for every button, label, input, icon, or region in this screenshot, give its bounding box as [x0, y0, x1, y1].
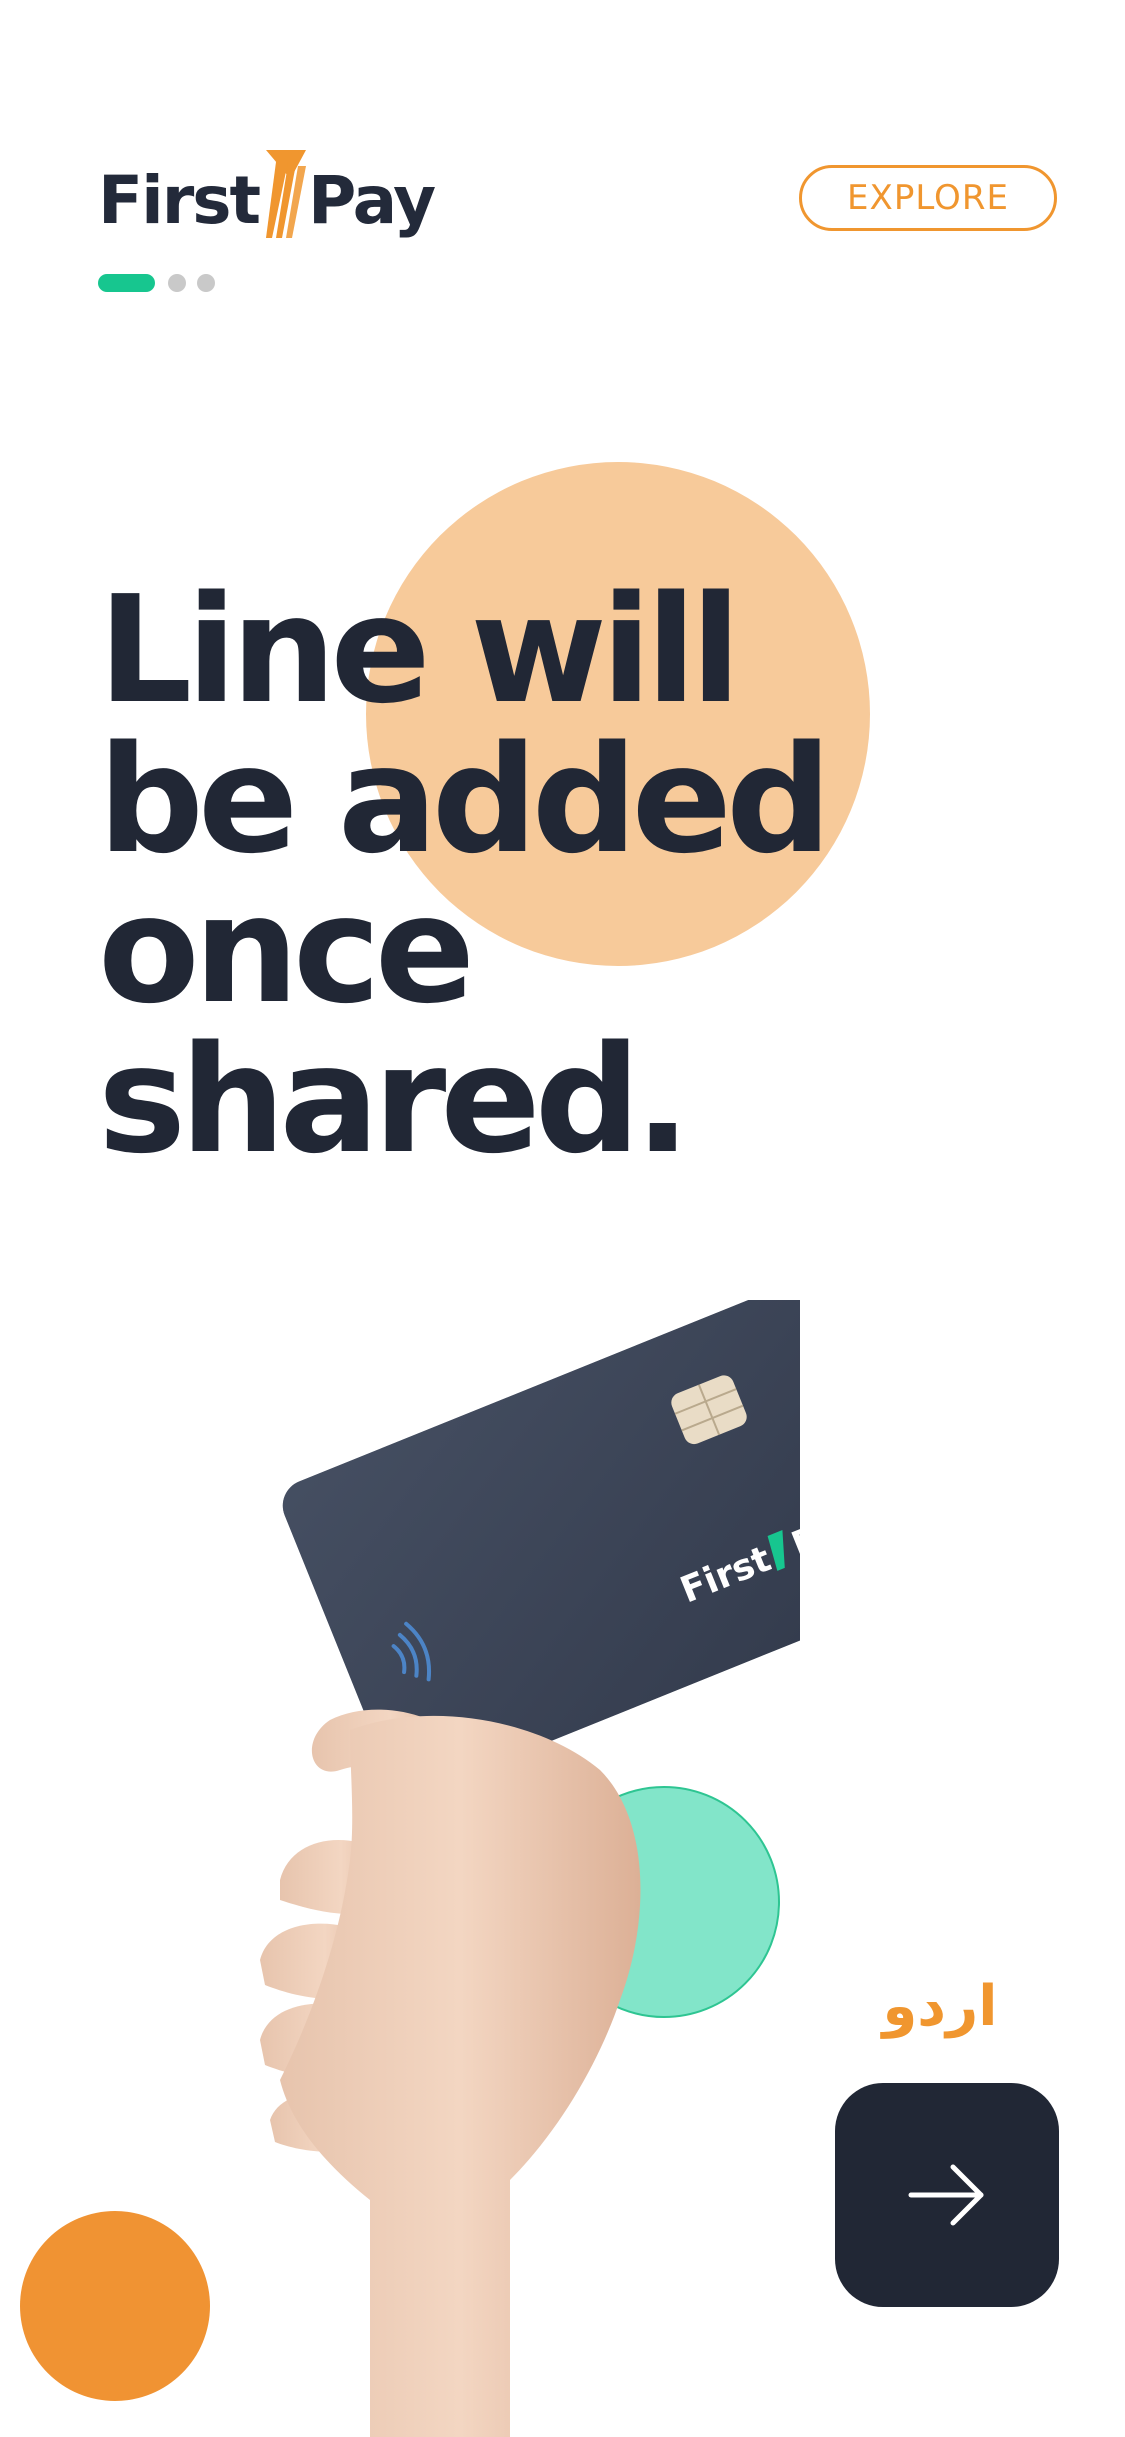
headline-line: be added [98, 714, 832, 886]
headline-line: Line will [98, 564, 741, 736]
arrow-right-icon [908, 2164, 984, 2226]
hero-headline: Line will be added once shared. [98, 575, 1058, 1175]
headline-line: once [98, 864, 475, 1036]
pagination-dot [197, 274, 215, 292]
hand [260, 1709, 641, 2437]
logo-text-pay: Pay [308, 162, 436, 239]
firstpay-logo: First Pay [98, 140, 438, 250]
hand-holding-card-illustration: First Pay [260, 1300, 800, 2437]
logo-text-first: First [98, 162, 261, 239]
pagination-dot-active [98, 274, 155, 292]
explore-button[interactable]: EXPLORE [799, 165, 1057, 231]
next-button[interactable] [835, 2083, 1059, 2307]
headline-line: shared. [98, 1014, 691, 1186]
pagination-dot [168, 274, 186, 292]
language-switch-urdu[interactable]: اردو [880, 1975, 1000, 2039]
